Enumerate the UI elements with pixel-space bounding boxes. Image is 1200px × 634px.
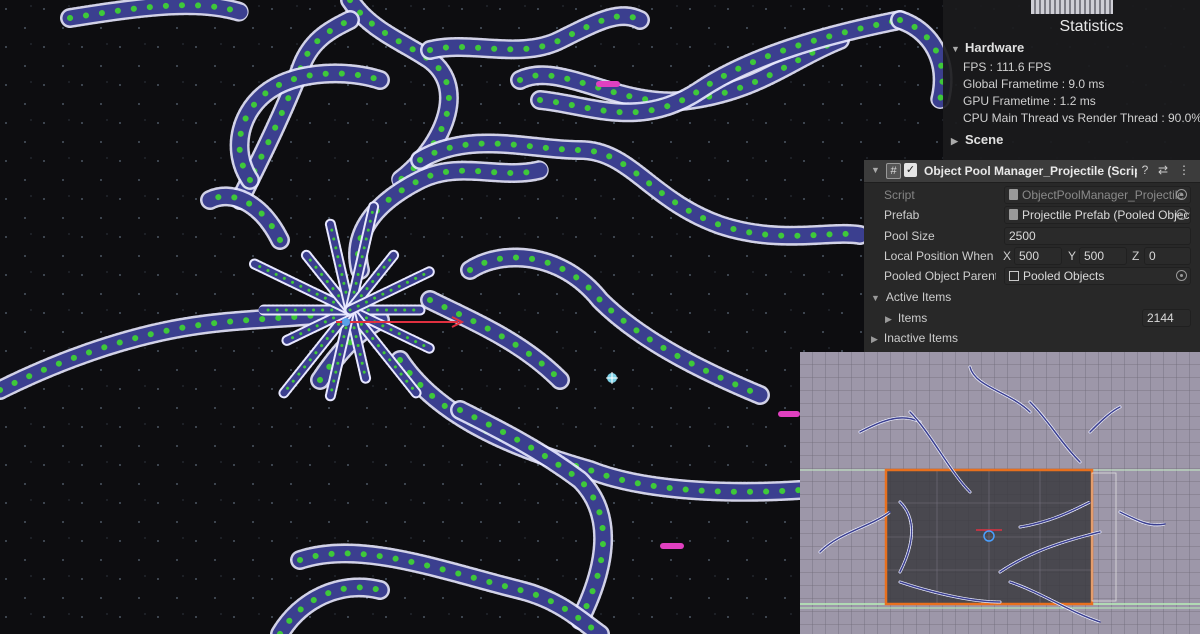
help-icon[interactable]: ? (1138, 163, 1152, 177)
kebab-menu-icon[interactable]: ⋮ (1177, 163, 1191, 177)
prefab-field[interactable]: Projectile Prefab (Pooled Object) (1004, 206, 1191, 224)
hardware-heading: Hardware (965, 40, 1025, 55)
prefab-icon (1009, 209, 1018, 220)
inspector-panel: ▼ # ✓ Object Pool Manager_Projectile (Sc… (864, 160, 1200, 352)
scene-view-minimap[interactable] (800, 352, 1200, 634)
component-enabled-checkbox[interactable]: ✓ (904, 163, 917, 177)
items-foldout[interactable]: ▶ Items (885, 311, 927, 325)
active-items-foldout[interactable]: ▼ Active Items (871, 290, 951, 304)
script-value: ObjectPoolManager_Projectile (1022, 188, 1185, 202)
y-axis-label: Y (1068, 249, 1077, 263)
powerup-pickup (596, 81, 620, 87)
inactive-items-foldout[interactable]: ▶ Inactive Items (871, 331, 958, 345)
prefab-label: Prefab (884, 208, 920, 222)
script-label: Script (884, 188, 915, 202)
prefab-value: Projectile Prefab (Pooled Object) (1022, 208, 1191, 222)
position-x-input[interactable]: 500 (1014, 247, 1062, 265)
pooled-parent-value: Pooled Objects (1023, 269, 1105, 283)
component-header[interactable]: ▼ # ✓ Object Pool Manager_Projectile (Sc… (864, 160, 1200, 183)
items-label: Items (897, 311, 928, 325)
powerup-pickup (660, 543, 684, 549)
script-file-icon (1009, 189, 1018, 200)
active-items-label: Active Items (885, 290, 952, 304)
cpu-thread-stat: CPU Main Thread vs Render Thread : 90.0% (963, 111, 1200, 125)
statistics-title: Statistics (1059, 18, 1124, 35)
z-axis-label: Z (1132, 249, 1140, 263)
pool-size-label: Pool Size (884, 229, 935, 243)
scene-heading: Scene (965, 132, 1004, 147)
object-picker-icon[interactable] (1176, 270, 1187, 281)
position-y-input[interactable]: 500 (1079, 247, 1127, 265)
object-picker-icon[interactable] (1176, 209, 1187, 220)
powerup-pickup (778, 411, 800, 417)
local-position-label: Local Position When Inactive (884, 249, 996, 263)
pooled-parent-label: Pooled Object Parent (884, 269, 996, 283)
panel-drag-handle[interactable] (1031, 0, 1113, 14)
presets-icon[interactable]: ⇄ (1156, 163, 1170, 177)
items-count-input[interactable]: 2144 (1142, 309, 1191, 327)
scene-section-toggle[interactable]: ▶ Scene (951, 132, 1003, 147)
chevron-down-icon[interactable]: ▼ (871, 165, 880, 175)
component-title: Object Pool Manager_Projectile (Script) (924, 164, 1137, 178)
chevron-right-icon: ▶ (885, 314, 892, 324)
gameobject-cube-icon (1009, 271, 1019, 281)
script-field: ObjectPoolManager_Projectile (1004, 186, 1191, 204)
pool-size-input[interactable]: 2500 (1004, 227, 1191, 245)
inactive-items-label: Inactive Items (883, 331, 958, 345)
pooled-parent-field[interactable]: Pooled Objects (1004, 267, 1191, 285)
statistics-panel: Statistics ▼ Hardware FPS : 111.6 FPS Glo… (943, 0, 1200, 160)
x-axis-label: X (1003, 249, 1012, 263)
chevron-down-icon: ▼ (871, 293, 880, 303)
gpu-frametime-stat: GPU Frametime : 1.2 ms (963, 94, 1096, 108)
object-picker-icon (1176, 189, 1187, 200)
chevron-right-icon: ▶ (951, 136, 958, 146)
position-z-input[interactable]: 0 (1144, 247, 1191, 265)
global-frametime-stat: Global Frametime : 9.0 ms (963, 77, 1105, 91)
fps-stat: FPS : 111.6 FPS (963, 60, 1052, 74)
hardware-section-toggle[interactable]: ▼ Hardware (951, 40, 1024, 55)
chevron-down-icon: ▼ (951, 44, 960, 54)
chevron-right-icon: ▶ (871, 334, 878, 344)
script-icon: # (886, 163, 901, 179)
